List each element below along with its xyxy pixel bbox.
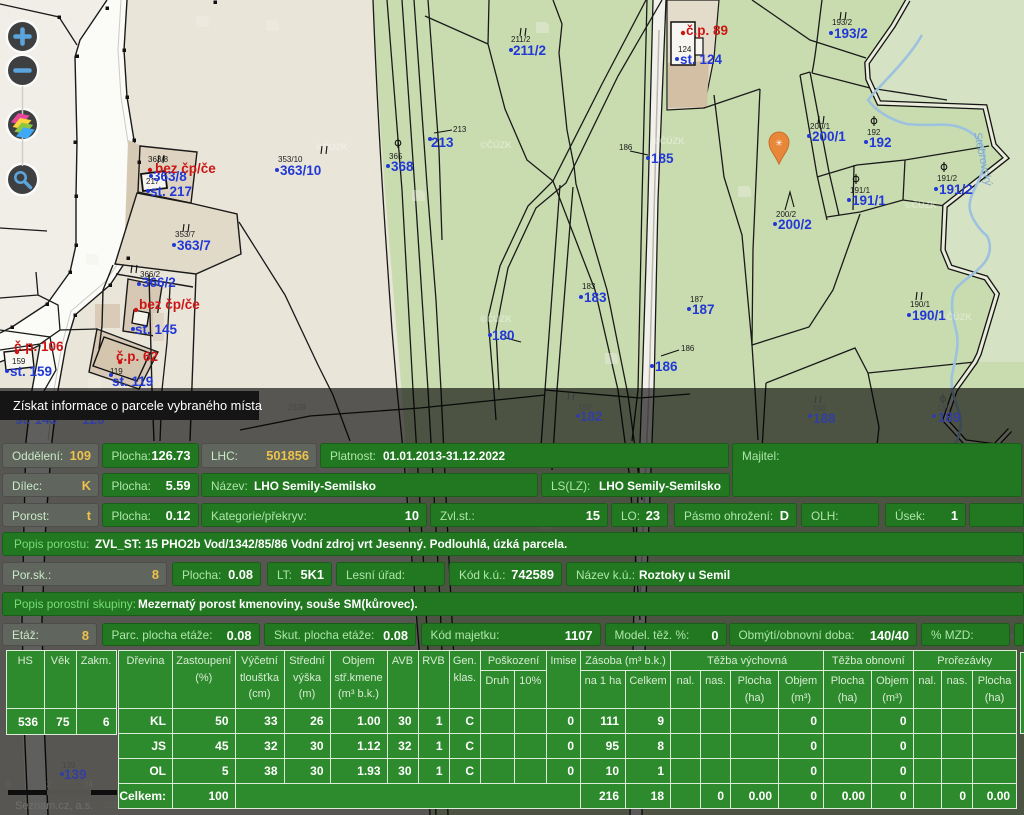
svg-text:č.p. 62: č.p. 62 — [116, 349, 158, 364]
svg-text:st. 159: st. 159 — [10, 364, 52, 379]
svg-text:183: 183 — [584, 290, 607, 305]
svg-text:366/2: 366/2 — [142, 275, 176, 290]
svg-text:200/1: 200/1 — [812, 129, 846, 144]
svg-text:bez čp/če: bez čp/če — [155, 161, 216, 176]
svg-text:©ČÚZK: ©ČÚZK — [316, 141, 348, 152]
svg-text:186: 186 — [655, 359, 678, 374]
svg-text:st. 145: st. 145 — [135, 322, 178, 337]
svg-text:213: 213 — [431, 135, 454, 150]
svg-text:bez čp/če: bez čp/če — [139, 297, 200, 312]
svg-text:363/10: 363/10 — [280, 163, 321, 178]
svg-text:st. 217: st. 217 — [150, 184, 192, 199]
svg-text:200/2: 200/2 — [778, 217, 812, 232]
svg-text:192: 192 — [869, 135, 892, 150]
svg-text:©ČÚZK: ©ČÚZK — [480, 313, 512, 324]
svg-text:st. 119: st. 119 — [112, 374, 153, 389]
svg-text:213: 213 — [453, 125, 467, 134]
svg-text:č.p. 106: č.p. 106 — [14, 339, 64, 354]
svg-text:©ČÚZK: ©ČÚZK — [905, 199, 937, 210]
svg-text:©ČÚZK: ©ČÚZK — [653, 135, 685, 146]
svg-text:211/2: 211/2 — [513, 43, 546, 58]
svg-text:193/2: 193/2 — [834, 26, 868, 41]
svg-text:186: 186 — [681, 344, 695, 353]
svg-text:©ČÚZK: ©ČÚZK — [480, 139, 512, 150]
svg-text:191/2: 191/2 — [939, 182, 973, 197]
svg-text:368: 368 — [391, 159, 414, 174]
svg-text:186: 186 — [619, 143, 633, 152]
svg-text:187: 187 — [692, 302, 715, 317]
svg-text:180: 180 — [492, 328, 515, 343]
svg-text:č.p. 89: č.p. 89 — [686, 23, 728, 38]
svg-text:190/1: 190/1 — [912, 308, 946, 323]
svg-text:st. 124: st. 124 — [680, 52, 723, 67]
svg-text:✳: ✳ — [775, 138, 783, 148]
svg-text:191/1: 191/1 — [852, 193, 886, 208]
svg-text:363/7: 363/7 — [177, 238, 211, 253]
svg-text:185: 185 — [651, 151, 674, 166]
